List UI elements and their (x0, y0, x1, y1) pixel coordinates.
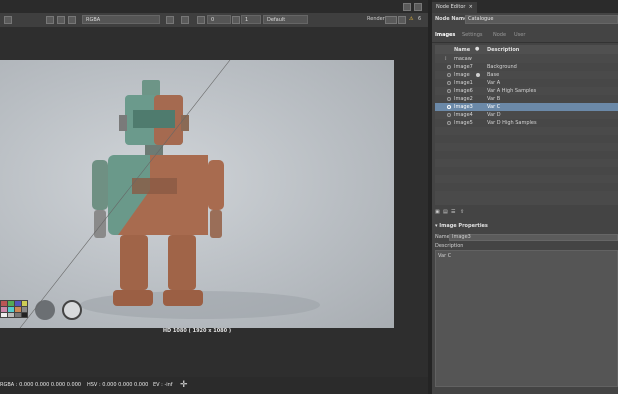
lut-select[interactable]: Default (263, 15, 308, 24)
header-sort-icon[interactable]: ● (475, 46, 479, 52)
list-empty-row (435, 151, 618, 159)
gamma-icon[interactable] (232, 16, 240, 24)
image-name-row: Name Image3 (435, 234, 618, 242)
robot-illustration (0, 60, 320, 328)
panel-header: Node Editor × (432, 0, 618, 13)
radio-icon[interactable] (447, 105, 451, 109)
crosshair-icon[interactable]: ✛ (180, 377, 188, 394)
list-item-selected[interactable]: Image3 Var C (435, 103, 618, 111)
render-image[interactable] (0, 60, 394, 328)
viewer-toolbar: RGBA 0 1 Default Render ⚠ 6 (0, 13, 428, 28)
float-icon[interactable] (403, 3, 411, 11)
channel-select[interactable]: RGBA (82, 15, 160, 24)
add-list-icon[interactable]: ☰ (451, 209, 455, 215)
header-name[interactable]: Name (454, 47, 470, 53)
close-tab-icon[interactable]: × (467, 4, 473, 10)
export-icon[interactable]: ⇪ (460, 209, 464, 215)
tab-settings[interactable]: Settings (462, 32, 483, 38)
add-folder-icon[interactable]: ▣ (435, 209, 440, 215)
base-marker-icon (476, 73, 480, 77)
group-icon: ⁞ (445, 56, 447, 62)
color-bars-icon[interactable] (166, 16, 174, 24)
node-name-input[interactable]: Catalogue (465, 15, 618, 24)
header-description[interactable]: Description (487, 47, 519, 53)
image-name-input[interactable]: Image3 (449, 234, 618, 241)
status-bar: RGBA : 0.000 0.000 0.000 0.000 HSV : 0.0… (0, 377, 428, 394)
image-properties-header[interactable]: ▾ Image Properties (435, 223, 618, 232)
description-label: Description (435, 243, 464, 249)
list-item[interactable]: Image Base (435, 71, 618, 79)
status-rgba: RGBA : 0.000 0.000 0.000 0.000 (0, 382, 82, 388)
text-icon[interactable] (46, 16, 54, 24)
dropdown-arrow-icon[interactable] (4, 16, 12, 24)
images-list: Name ● Description ⁞ macaw Image7 Backgr… (435, 45, 618, 205)
render-dropdown-icon[interactable] (398, 16, 406, 24)
chrome-ball (62, 300, 82, 320)
list-empty-row (435, 183, 618, 191)
exposure-input[interactable]: 0 (207, 15, 231, 24)
viewer-top-strip (0, 0, 428, 13)
list-empty-row (435, 143, 618, 151)
list-empty-row (435, 175, 618, 183)
list-item[interactable]: Image2 Var B (435, 95, 618, 103)
list-item[interactable]: Image7 Background (435, 63, 618, 71)
list-empty-row (435, 167, 618, 175)
panel-tab-node-editor[interactable]: Node Editor × (432, 2, 477, 13)
list-item[interactable]: Image4 Var D (435, 111, 618, 119)
list-item[interactable]: Image6 Var A High Samples (435, 87, 618, 95)
list-empty-row (435, 127, 618, 135)
list-item[interactable]: ⁞ macaw (435, 55, 618, 63)
cursor-icon[interactable] (57, 16, 65, 24)
description-textarea[interactable]: Var C (435, 250, 618, 387)
close-pane-icon[interactable] (414, 3, 422, 11)
radio-icon[interactable] (447, 97, 451, 101)
list-header: Name ● Description (435, 45, 618, 54)
warning-count: 6 (418, 16, 422, 22)
list-item[interactable]: Image5 Var D High Samples (435, 119, 618, 127)
color-chart (0, 300, 28, 318)
warning-icon[interactable]: ⚠ (409, 16, 413, 22)
add-image-icon[interactable]: ▤ (443, 209, 448, 215)
panel-tab-label: Node Editor (436, 4, 466, 10)
list-empty-row (435, 191, 618, 199)
checker-icon[interactable] (68, 16, 76, 24)
render-label: Render (367, 16, 385, 22)
radio-icon[interactable] (447, 73, 451, 77)
list-empty-row (435, 135, 618, 143)
status-hsv: HSV : 0.000 0.000 0.000 (87, 382, 149, 388)
frame-icon[interactable] (181, 16, 189, 24)
image-name-label: Name (435, 234, 450, 240)
list-empty-row (435, 159, 618, 167)
image-properties-title: Image Properties (439, 223, 488, 229)
resolution-label: HD 1080 ( 1920 x 1080 ) (162, 328, 232, 334)
node-name-row: Node Name Catalogue (432, 15, 618, 25)
radio-icon[interactable] (447, 81, 451, 85)
radio-icon[interactable] (447, 121, 451, 125)
radio-icon[interactable] (447, 89, 451, 93)
radio-icon[interactable] (447, 113, 451, 117)
tab-user[interactable]: User (514, 32, 525, 38)
gamma-input[interactable]: 1 (241, 15, 261, 24)
tab-node[interactable]: Node (493, 32, 506, 38)
exposure-icon[interactable] (197, 16, 205, 24)
node-name-label: Node Name (435, 16, 468, 22)
list-item[interactable]: Image1 Var A (435, 79, 618, 87)
render-button[interactable] (385, 16, 397, 24)
status-ev: EV : -inf (153, 382, 173, 388)
node-editor-panel: Node Editor × Node Name Catalogue Images… (432, 0, 618, 394)
grey-ball (35, 300, 55, 320)
node-tabs: Images Settings Node User (432, 29, 618, 43)
tab-images[interactable]: Images (435, 32, 455, 38)
viewer-pane: RGBA 0 1 Default Render ⚠ 6 HD 1080 (19… (0, 0, 428, 394)
radio-icon[interactable] (447, 65, 451, 69)
